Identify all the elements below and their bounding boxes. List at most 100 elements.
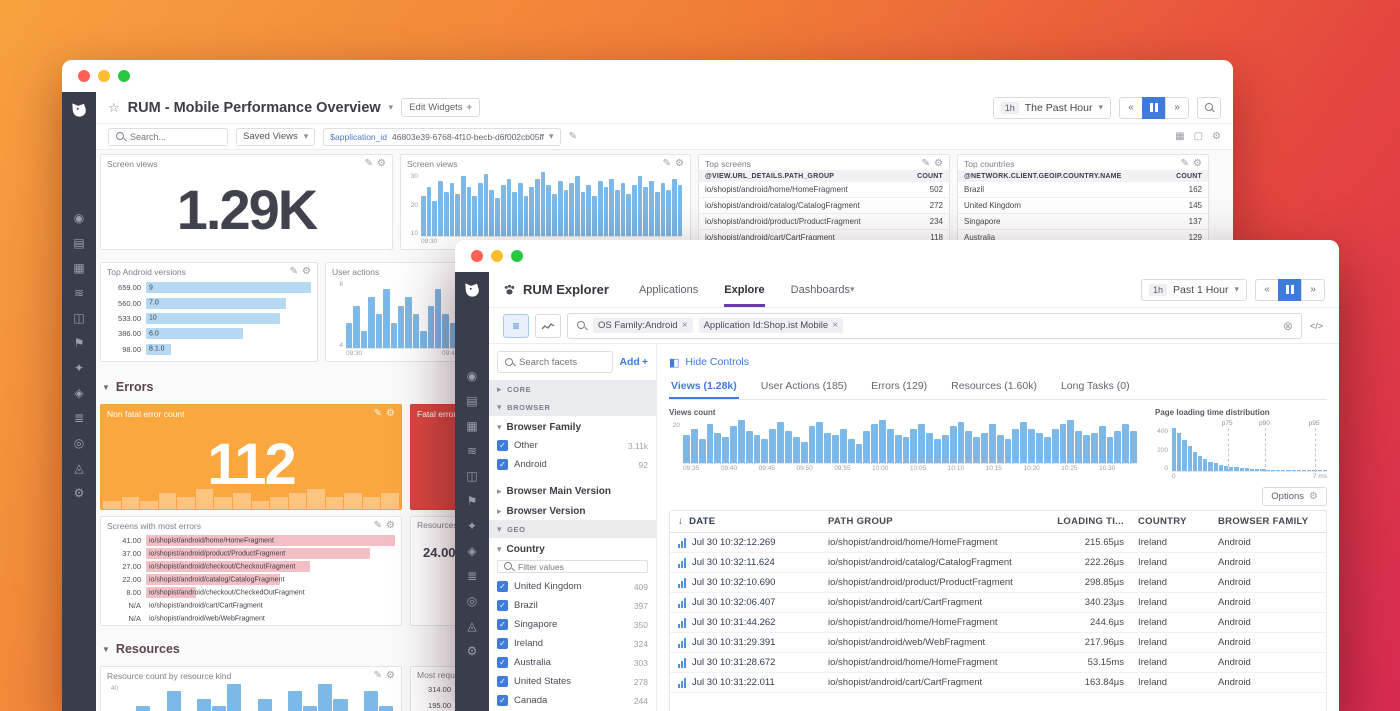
event-row[interactable]: Jul 30 10:32:10.690io/shopist/android/pr…: [670, 573, 1326, 593]
nav-dashboards[interactable]: Dashboards ▾: [791, 272, 855, 307]
edit-widget-icon[interactable]: ✎: [290, 266, 298, 277]
rum-icon[interactable]: ◎: [467, 595, 477, 608]
facet-group-core[interactable]: ▸ CORE: [489, 380, 656, 398]
template-variable-tag[interactable]: $application_id 46803e39-6768-4f10-becb-…: [323, 128, 560, 146]
tv-mode-icon[interactable]: ▢: [1194, 131, 1203, 142]
facet-value-row[interactable]: ✓Singapore350: [497, 615, 648, 634]
grid-layout-icon[interactable]: ▦: [1175, 131, 1184, 142]
column-header-path-group[interactable]: PATH GROUP: [828, 516, 1048, 527]
column-header-path-group[interactable]: @VIEW.URL_DETAILS.PATH_GROUP: [705, 173, 903, 180]
facet-search-input[interactable]: [519, 357, 606, 368]
toplist-row[interactable]: N/Aio/shopist/android/web/WebFragment: [107, 612, 395, 625]
toplist-row[interactable]: 22.00io/shopist/android/catalog/CatalogF…: [107, 573, 395, 586]
backward-button[interactable]: «: [1119, 97, 1143, 119]
query-syntax-toggle[interactable]: </>: [1308, 321, 1325, 331]
checkbox-checked[interactable]: ✓: [497, 459, 508, 470]
datadog-logo[interactable]: [69, 100, 89, 120]
rum-icon[interactable]: ◎: [74, 437, 84, 450]
host-map-icon[interactable]: ▦: [73, 262, 84, 275]
facet-browser-main-version[interactable]: ▸ Browser Main Version: [489, 480, 656, 500]
widget-gear-icon[interactable]: ⚙: [675, 158, 684, 169]
zoom-window-button[interactable]: [118, 70, 130, 82]
checkbox-checked[interactable]: ✓: [497, 676, 508, 687]
column-header-browser-family[interactable]: BROWSER FAMILY: [1218, 516, 1318, 527]
event-row[interactable]: Jul 30 10:32:11.624io/shopist/android/ca…: [670, 553, 1326, 573]
logs-icon[interactable]: ≣: [74, 412, 84, 425]
nav-applications[interactable]: Applications: [639, 272, 698, 307]
event-row[interactable]: Jul 30 10:31:22.011io/shopist/android/ca…: [670, 673, 1326, 693]
facet-value-row[interactable]: ✓Other3.11k: [497, 436, 648, 455]
table-row[interactable]: Brazil162: [958, 182, 1208, 198]
time-range-picker[interactable]: 1h The Past Hour ▾: [993, 97, 1111, 119]
edit-widget-icon[interactable]: ✎: [374, 670, 382, 681]
watchdog-icon[interactable]: ◉: [74, 212, 84, 225]
tab-long[interactable]: Long Tasks (0): [1059, 374, 1132, 399]
facet-browser-family[interactable]: ▾ Browser Family: [489, 416, 656, 436]
synthetics-icon[interactable]: ◬: [467, 620, 476, 633]
facet-group-browser[interactable]: ▾ BROWSER: [489, 398, 656, 416]
event-row[interactable]: Jul 30 10:31:44.262io/shopist/android/ho…: [670, 613, 1326, 633]
facet-value-row[interactable]: ✓Canada244: [497, 691, 648, 710]
widget-screen-views-chart[interactable]: Screen views ✎⚙ 30 20 10 09:30: [400, 154, 691, 250]
widget-resource-count-by-kind[interactable]: Resource count by resource kind ✎⚙ 40: [100, 666, 402, 711]
toplist-row[interactable]: 386.006.0: [107, 327, 311, 340]
chevron-down-icon[interactable]: ▾: [389, 102, 394, 113]
table-row[interactable]: io/shopist/android/home/HomeFragment502: [699, 182, 949, 198]
dashboards-icon[interactable]: ◫: [73, 312, 84, 325]
settings-icon[interactable]: ⚙: [74, 487, 85, 500]
filter-chip[interactable]: Application Id:Shop.ist Mobile×: [699, 318, 843, 333]
edit-widget-icon[interactable]: ✎: [1181, 158, 1189, 169]
metrics-icon[interactable]: ✦: [467, 520, 477, 533]
tab-resources[interactable]: Resources (1.60k): [949, 374, 1039, 399]
datadog-logo[interactable]: [462, 280, 482, 300]
facet-browser-version[interactable]: ▸ Browser Version: [489, 500, 656, 520]
toplist-row[interactable]: N/Aio/shopist/android/cart/CartFragment: [107, 599, 395, 612]
timeseries-view-button[interactable]: [535, 314, 561, 338]
event-row[interactable]: Jul 30 10:32:12.269io/shopist/android/ho…: [670, 533, 1326, 553]
facet-value-row[interactable]: ✓Ireland324: [497, 634, 648, 653]
event-row[interactable]: Jul 30 10:31:29.391io/shopist/android/we…: [670, 633, 1326, 653]
metrics-icon[interactable]: ✦: [74, 362, 84, 375]
widget-gear-icon[interactable]: ⚙: [386, 670, 395, 681]
pause-button[interactable]: [1278, 279, 1302, 301]
clear-query-icon[interactable]: ⊗: [1283, 319, 1293, 333]
edit-widget-icon[interactable]: ✎: [663, 158, 671, 169]
edit-widget-icon[interactable]: ✎: [365, 158, 373, 169]
minimize-window-button[interactable]: [98, 70, 110, 82]
facet-search-box[interactable]: [497, 351, 613, 373]
host-map-icon[interactable]: ▦: [466, 420, 477, 433]
checkbox-checked[interactable]: ✓: [497, 695, 508, 706]
toplist-row[interactable]: 98.008.1.0: [107, 343, 311, 356]
close-window-button[interactable]: [78, 70, 90, 82]
synthetics-icon[interactable]: ◬: [74, 462, 83, 475]
options-button[interactable]: Options ⚙: [1262, 487, 1327, 506]
hide-controls-link[interactable]: ◧ Hide Controls: [669, 352, 1327, 372]
facet-group-geo[interactable]: ▾ GEO: [489, 520, 656, 538]
tab-views[interactable]: Views (1.28k): [669, 374, 739, 399]
widget-top-android-versions[interactable]: Top Android versions ✎⚙ 659.009560.007.0…: [100, 262, 318, 362]
list-view-button[interactable]: ≡: [503, 314, 529, 338]
toplist-row[interactable]: 533.0010: [107, 312, 311, 325]
tab-errors[interactable]: Errors (129): [869, 374, 929, 399]
nav-explore[interactable]: Explore: [724, 272, 764, 307]
widget-gear-icon[interactable]: ⚙: [934, 158, 943, 169]
checkbox-checked[interactable]: ✓: [497, 638, 508, 649]
event-row[interactable]: Jul 30 10:32:06.407io/shopist/android/ca…: [670, 593, 1326, 613]
table-row[interactable]: Singapore137: [958, 214, 1208, 230]
country-filter-box[interactable]: [497, 560, 648, 573]
monitors-icon[interactable]: ⚑: [74, 337, 85, 350]
table-row[interactable]: io/shopist/android/product/ProductFragme…: [699, 214, 949, 230]
widget-gear-icon[interactable]: ⚙: [1193, 158, 1202, 169]
widget-top-countries[interactable]: Top countries ✎⚙ @NETWORK.CLIENT.GEOIP.C…: [957, 154, 1209, 250]
checkbox-checked[interactable]: ✓: [497, 657, 508, 668]
pause-button[interactable]: [1142, 97, 1166, 119]
search-button[interactable]: [1197, 97, 1221, 119]
settings-icon[interactable]: ⚙: [467, 645, 478, 658]
apm-icon[interactable]: ◈: [467, 545, 476, 558]
logs-icon[interactable]: ≣: [467, 570, 477, 583]
section-resources[interactable]: ▼ Resources: [102, 642, 180, 656]
edit-widget-icon[interactable]: ✎: [374, 408, 382, 419]
column-header-country[interactable]: COUNTRY: [1138, 516, 1218, 527]
widget-gear-icon[interactable]: ⚙: [386, 408, 395, 419]
column-header-country-name[interactable]: @NETWORK.CLIENT.GEOIP.COUNTRY.NAME: [964, 173, 1162, 180]
